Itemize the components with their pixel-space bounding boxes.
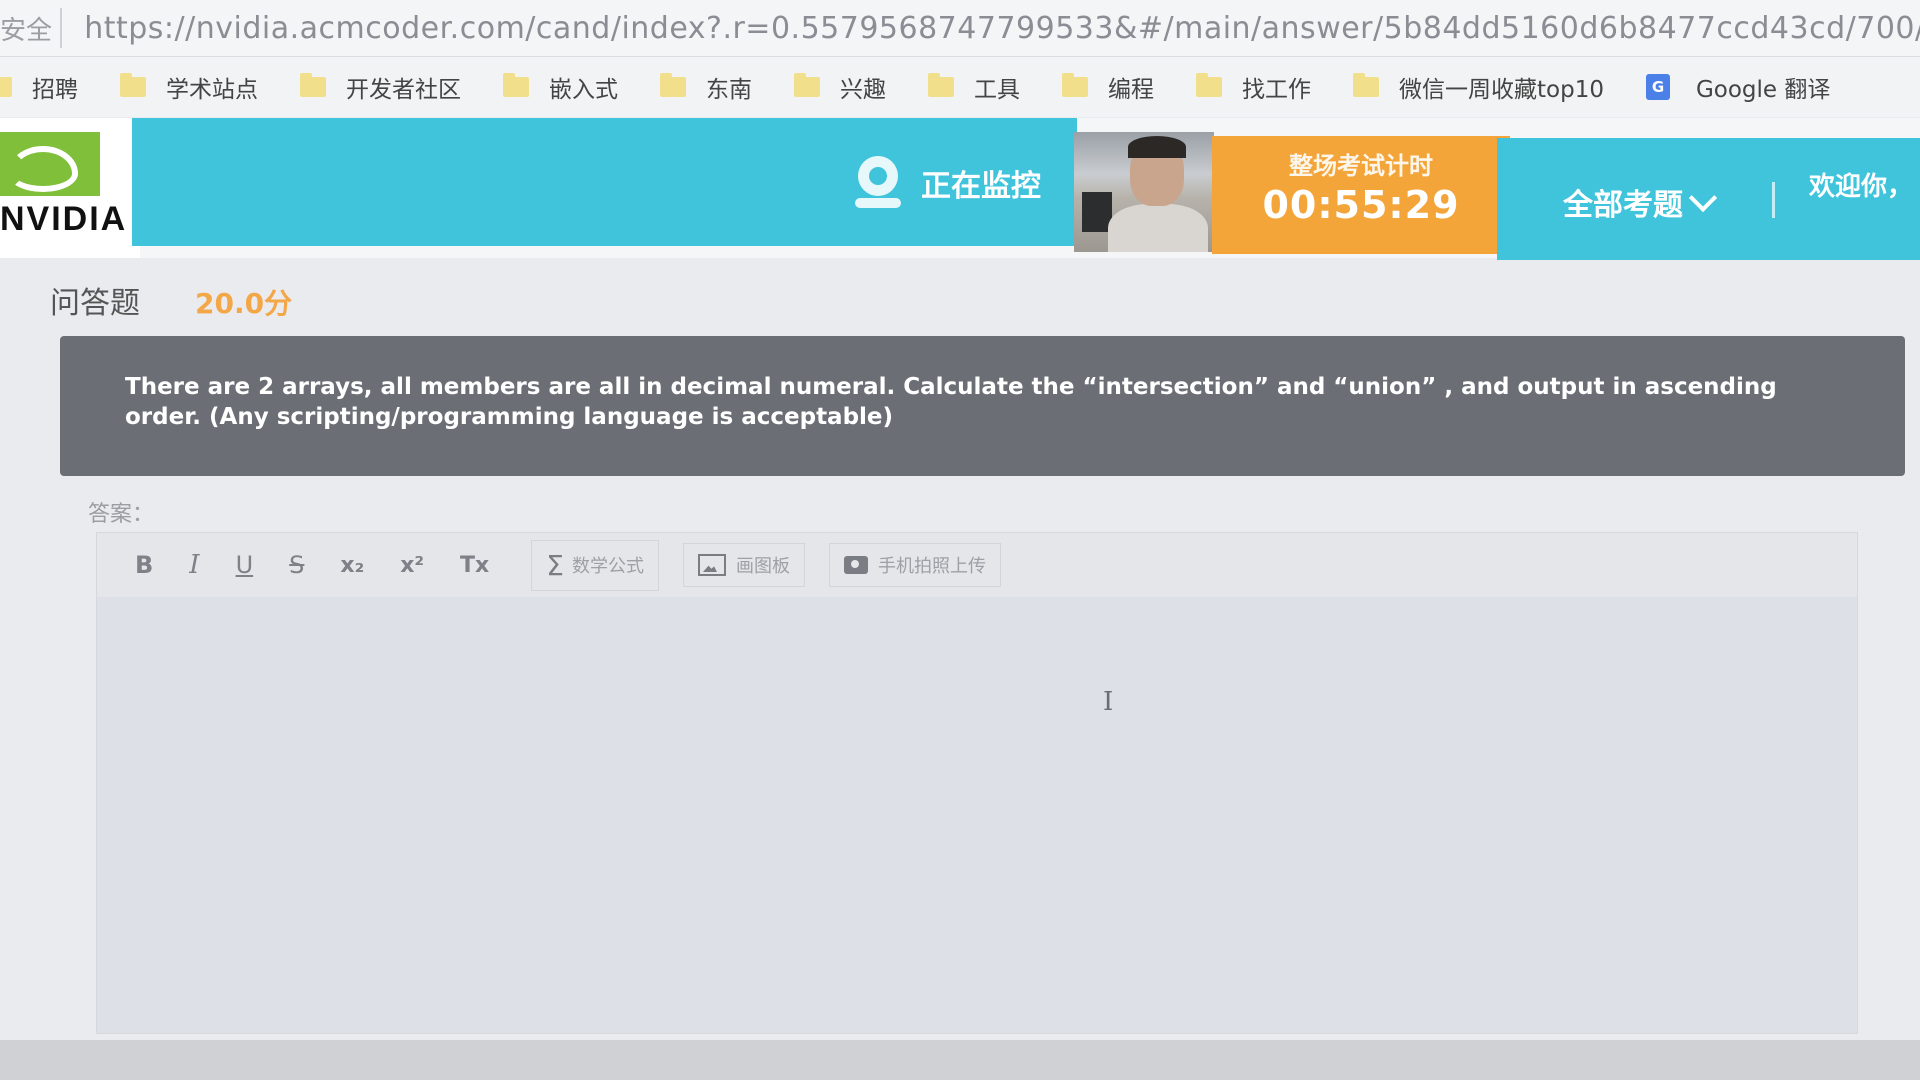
folder-icon	[1353, 73, 1379, 97]
question-header: 问答题 20.0分	[50, 278, 292, 322]
bookmark-label: 微信一周收藏top10	[1399, 77, 1604, 103]
sigma-icon: Σ	[546, 548, 564, 582]
webcam-icon	[855, 156, 901, 210]
bookmark-label: 东南	[706, 77, 752, 103]
bookmark-southeast[interactable]: 东南	[660, 70, 752, 104]
math-formula-label: 数学公式	[571, 556, 644, 577]
phone-upload-button[interactable]: 手机拍照上传	[828, 543, 1001, 587]
subscript-button[interactable]: x₂	[322, 553, 382, 578]
nvidia-eye-icon	[0, 132, 100, 196]
drawing-board-button[interactable]: 画图板	[682, 543, 805, 587]
folder-icon	[0, 77, 12, 97]
clear-format-button[interactable]: Tx	[442, 553, 507, 578]
strikethrough-button[interactable]: S	[271, 551, 322, 579]
bookmark-label: 兴趣	[840, 77, 886, 103]
chevron-down-icon	[1688, 183, 1718, 213]
question-type: 问答题	[50, 286, 140, 321]
folder-icon	[1062, 73, 1088, 97]
monitoring-status: 正在监控	[855, 156, 1041, 210]
logo-text: NVIDIA	[0, 200, 128, 238]
bookmarks-bar: 招聘 学术站点 开发者社区 嵌入式 东南 兴趣 工具 编程 找工作 微信一周收藏…	[0, 57, 1920, 117]
answer-label: 答案：	[88, 502, 155, 527]
folder-icon	[120, 73, 146, 97]
text-cursor-icon: I	[1103, 687, 1114, 717]
bookmark-google-translate[interactable]: G Google 翻译	[1645, 70, 1831, 104]
bookmark-interest[interactable]: 兴趣	[794, 70, 886, 104]
welcome-text: 欢迎你，	[1809, 172, 1914, 202]
folder-icon	[794, 73, 820, 97]
bookmark-label: 开发者社区	[346, 77, 461, 103]
underline-button[interactable]: U	[218, 551, 272, 579]
bookmark-label: Google 翻译	[1695, 77, 1831, 103]
bookmark-dev-community[interactable]: 开发者社区	[300, 70, 461, 104]
bookmark-label: 找工作	[1242, 77, 1311, 103]
bookmark-wechat-top10[interactable]: 微信一周收藏top10	[1353, 70, 1604, 104]
exam-header: NVIDIA 正在监控 整场考试计时 00:55:29 全部考题 欢迎你，	[0, 118, 1920, 260]
superscript-button[interactable]: x²	[382, 553, 442, 578]
question-text: There are 2 arrays, all members are all …	[125, 374, 1777, 430]
drawing-board-label: 画图板	[735, 556, 790, 577]
bookmark-academic[interactable]: 学术站点	[120, 70, 258, 104]
bookmark-zhaopin[interactable]: 招聘	[0, 70, 78, 104]
url-text[interactable]: https://nvidia.acmcoder.com/cand/index?.…	[84, 11, 1920, 46]
bold-button[interactable]: B	[117, 551, 171, 579]
folder-icon	[300, 73, 326, 97]
folder-icon	[660, 73, 686, 97]
bookmark-job-search[interactable]: 找工作	[1196, 70, 1311, 104]
math-formula-button[interactable]: Σ 数学公式	[531, 539, 659, 591]
italic-button[interactable]: I	[171, 550, 217, 580]
header-right: 全部考题 欢迎你，	[1497, 138, 1920, 260]
phone-upload-label: 手机拍照上传	[877, 556, 986, 577]
folder-icon	[503, 73, 529, 97]
address-bar-divider	[60, 8, 63, 48]
bookmark-embedded[interactable]: 嵌入式	[503, 70, 618, 104]
folder-icon	[928, 73, 954, 97]
question-score: 20.0分	[195, 287, 293, 320]
bookmark-label: 编程	[1108, 77, 1154, 103]
answer-textarea[interactable]: I	[97, 597, 1857, 1033]
webcam-preview	[1074, 132, 1214, 252]
address-bar[interactable]: 安全 https://nvidia.acmcoder.com/cand/inde…	[0, 0, 1920, 57]
monitoring-label: 正在监控	[921, 169, 1041, 204]
bookmark-programming[interactable]: 编程	[1062, 70, 1154, 104]
bookmark-label: 工具	[974, 77, 1020, 103]
bookmark-label: 嵌入式	[549, 77, 618, 103]
bottom-bar	[0, 1040, 1920, 1080]
secure-indicator[interactable]: 安全	[0, 10, 54, 47]
nvidia-logo: NVIDIA	[0, 118, 140, 258]
bookmark-label: 学术站点	[166, 77, 258, 103]
header-divider	[1772, 182, 1775, 218]
timer-value: 00:55:29	[1262, 183, 1460, 227]
editor-toolbar: B I U S x₂ x² Tx Σ 数学公式 画图板 手机拍照上传	[97, 533, 1857, 597]
bookmark-label: 招聘	[32, 77, 78, 103]
timer-label: 整场考试计时	[1289, 152, 1433, 180]
exam-timer: 整场考试计时 00:55:29	[1212, 136, 1510, 254]
folder-icon	[1196, 73, 1222, 97]
answer-editor: B I U S x₂ x² Tx Σ 数学公式 画图板 手机拍照上传 I	[96, 532, 1858, 1034]
camera-icon	[843, 556, 868, 574]
question-prompt: There are 2 arrays, all members are all …	[60, 336, 1905, 476]
bookmark-tools[interactable]: 工具	[928, 70, 1020, 104]
image-icon	[697, 554, 726, 576]
all-questions-label: 全部考题	[1563, 188, 1683, 223]
google-translate-icon: G	[1645, 74, 1670, 100]
all-questions-dropdown[interactable]: 全部考题	[1563, 180, 1718, 224]
